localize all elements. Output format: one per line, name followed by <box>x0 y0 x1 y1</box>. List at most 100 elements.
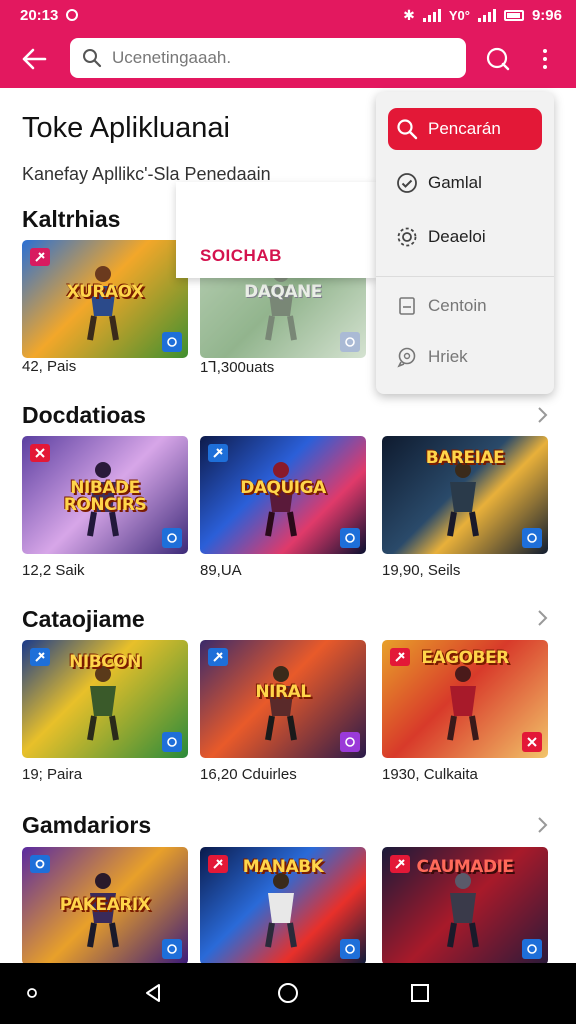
overflow-menu: Pencarán Gamlal Deaeloi Centoin Hriek <box>376 92 554 394</box>
pin-icon <box>390 648 410 666</box>
status-extra: Y0° <box>448 7 470 23</box>
download-icon[interactable] <box>522 939 542 959</box>
pin-icon <box>390 855 410 873</box>
nav-home-button[interactable] <box>272 977 304 1009</box>
hero-figure-icon <box>447 666 479 741</box>
card-caption: 89,UA <box>200 562 242 579</box>
document-icon <box>399 297 415 315</box>
menu-divider <box>376 276 554 277</box>
system-nav-bar <box>0 963 576 1024</box>
search-bar[interactable] <box>70 38 466 78</box>
nav-back-button[interactable] <box>138 977 170 1009</box>
popup-label: SOICHAB <box>200 246 282 265</box>
hero-figure-icon <box>87 266 119 341</box>
game-card[interactable]: CAUMADIE <box>382 847 548 965</box>
more-dot-icon <box>543 65 547 69</box>
game-card[interactable]: NIBCON <box>22 640 188 758</box>
close-badge-icon[interactable] <box>522 732 542 752</box>
search-chat-icon <box>486 47 510 71</box>
overflow-menu-button[interactable] <box>530 42 560 76</box>
back-button[interactable] <box>16 42 52 76</box>
game-card[interactable]: PAKEARIX <box>22 847 188 965</box>
bluetooth-icon: ✱ <box>403 6 415 23</box>
more-dot-icon <box>543 57 547 61</box>
hero-figure-icon <box>265 666 297 741</box>
menu-item-content[interactable]: Centoin <box>396 295 487 317</box>
card-caption: 1Ꞁ,300uats <box>200 359 275 376</box>
card-art-title: DAQUIGA <box>240 478 326 498</box>
game-card[interactable]: MANABK <box>200 847 366 965</box>
menu-item-help[interactable]: Hriek <box>396 346 468 368</box>
card-art-title: MANABK <box>242 857 324 877</box>
menu-item-settings[interactable]: Deaeloi <box>396 226 486 248</box>
search-icon <box>397 119 418 140</box>
battery-icon <box>503 9 524 21</box>
download-icon[interactable] <box>340 732 360 752</box>
app-bar <box>0 30 576 88</box>
hero-figure-icon <box>87 666 119 741</box>
pin-icon <box>208 648 228 666</box>
notification-icon <box>66 9 79 21</box>
home-circle-icon <box>278 983 298 1003</box>
chevron-right-icon[interactable] <box>534 608 550 628</box>
download-icon[interactable] <box>162 332 182 352</box>
game-card[interactable]: EAGOBER <box>382 640 548 758</box>
section-title: Kaltrhias <box>22 206 121 232</box>
card-art-title: XURAOX <box>66 282 144 302</box>
search-icon <box>83 49 102 68</box>
download-icon[interactable] <box>522 528 542 548</box>
game-card[interactable]: NIBADE RONCIRS <box>22 436 188 554</box>
menu-item-label: Centoin <box>428 296 487 315</box>
card-art-title: DAQANE <box>244 282 322 302</box>
gear-badge-icon <box>30 855 50 873</box>
card-caption: 19; Paira <box>22 766 83 783</box>
card-caption: 19,90, Seils <box>382 562 461 579</box>
menu-item-games[interactable]: Gamlal <box>396 172 482 194</box>
card-caption: 1930, Culkaita <box>382 766 478 783</box>
pin-icon <box>30 648 50 666</box>
chevron-right-icon[interactable] <box>534 405 550 425</box>
card-art-title: NIBADE RONCIRS <box>63 478 147 515</box>
game-card[interactable]: DAQUIGA <box>200 436 366 554</box>
hero-figure-icon <box>265 873 297 948</box>
download-icon[interactable] <box>162 939 182 959</box>
nav-menu-button[interactable] <box>16 977 48 1009</box>
menu-item-label: Pencarán <box>428 119 501 138</box>
square-recents-icon <box>411 984 429 1002</box>
nav-recents-button[interactable] <box>404 977 436 1009</box>
chevron-right-icon[interactable] <box>534 815 550 835</box>
card-caption: 12,2 Saik <box>22 562 85 579</box>
card-caption: 16,20 Cduirles <box>200 766 297 783</box>
card-art-title: EAGOBER <box>421 648 509 668</box>
game-card[interactable]: XURAOX <box>22 240 188 358</box>
card-art-title: BAREIAE <box>425 448 505 468</box>
more-dot-icon <box>543 49 547 53</box>
arrow-left-icon <box>22 48 47 70</box>
section-title: Cataojiame <box>22 606 145 632</box>
page-title: Toke Aplikluanai <box>22 112 230 144</box>
hero-figure-icon <box>447 873 479 948</box>
section-title: Gamdariors <box>22 812 152 838</box>
hero-figure-icon <box>447 462 479 537</box>
pin-icon <box>208 855 228 873</box>
popup-card[interactable]: SOICHAB <box>176 182 376 278</box>
battery-level: 9:96 <box>531 6 562 24</box>
section-title: Docdatioas <box>22 402 146 428</box>
pin-icon <box>208 444 228 462</box>
menu-item-search[interactable]: Pencarán <box>388 108 542 150</box>
game-card[interactable]: BAREIAE <box>382 436 548 554</box>
hero-figure-icon <box>265 462 297 537</box>
search-input[interactable] <box>112 48 442 68</box>
menu-item-label: Deaeloi <box>428 227 486 246</box>
triangle-back-icon <box>146 984 160 1002</box>
close-badge-icon <box>30 444 50 462</box>
game-card[interactable]: NIRAL <box>200 640 366 758</box>
download-icon[interactable] <box>340 332 360 352</box>
download-icon[interactable] <box>340 528 360 548</box>
gear-icon <box>397 227 417 247</box>
download-icon[interactable] <box>162 528 182 548</box>
signal-icon-2 <box>477 8 496 22</box>
download-icon[interactable] <box>340 939 360 959</box>
download-icon[interactable] <box>162 732 182 752</box>
search-chat-button[interactable] <box>480 42 516 76</box>
